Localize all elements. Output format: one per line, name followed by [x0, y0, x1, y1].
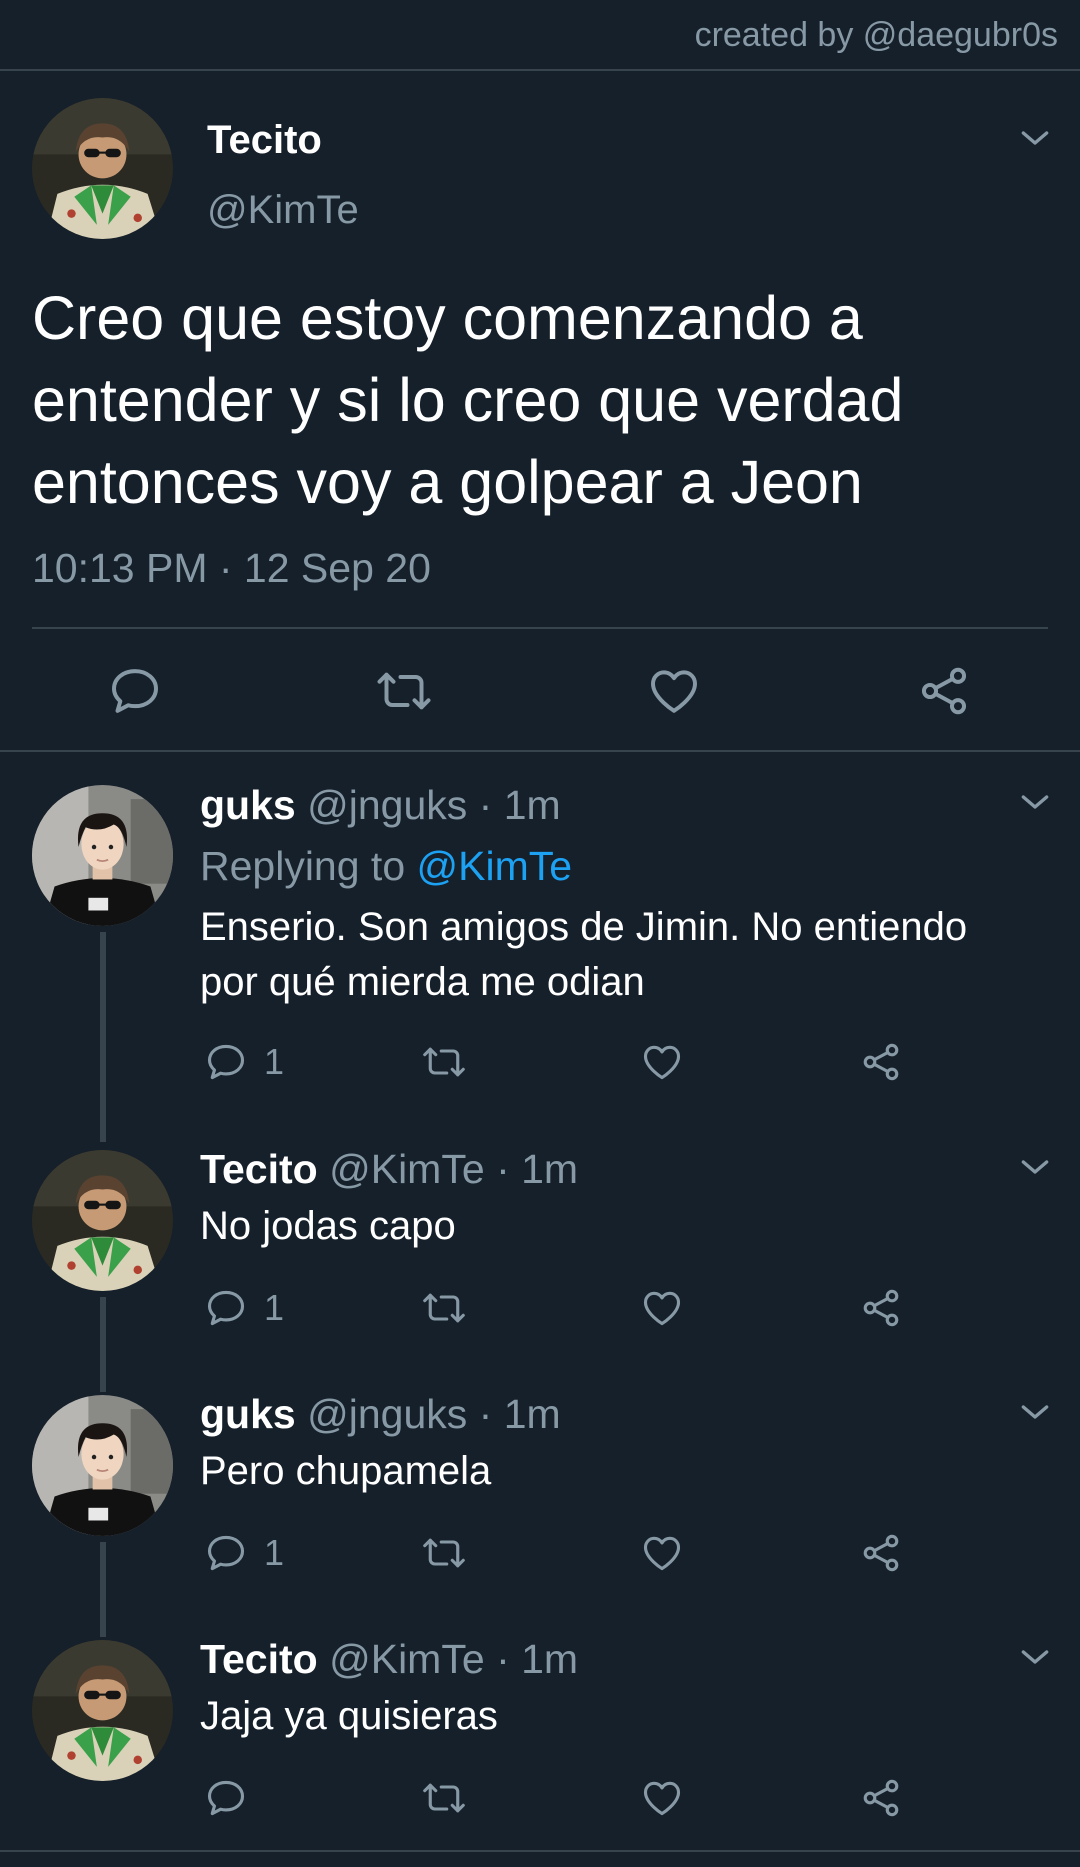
- chevron-down-icon[interactable]: [1015, 1637, 1055, 1677]
- avatar[interactable]: [32, 785, 173, 926]
- avatar[interactable]: [32, 1640, 173, 1781]
- credit-text: created by @daegubr0s: [694, 16, 1058, 54]
- author-name[interactable]: Tecito: [200, 1146, 318, 1192]
- retweet-icon: [420, 1531, 468, 1575]
- retweet-button[interactable]: [420, 1286, 468, 1330]
- thread-line: [100, 1297, 106, 1392]
- reply-time: 1m: [503, 782, 561, 828]
- chevron-down-icon[interactable]: [1015, 118, 1055, 158]
- author-handle[interactable]: @KimTe: [329, 1146, 485, 1192]
- separator-dot: ·: [496, 1636, 510, 1682]
- heart-icon: [640, 1286, 684, 1330]
- reply-button[interactable]: [204, 1776, 264, 1820]
- reply-button[interactable]: 1: [204, 1286, 284, 1330]
- chevron-down-icon[interactable]: [1015, 1392, 1055, 1432]
- like-button[interactable]: [640, 1040, 684, 1084]
- share-icon: [859, 1040, 903, 1084]
- tweet-timestamp: 10:13 PM · 12 Sep 20: [32, 545, 431, 591]
- heart-icon: [640, 1531, 684, 1575]
- chevron-down-icon[interactable]: [1015, 1147, 1055, 1187]
- reply-count: 1: [264, 1287, 285, 1328]
- like-button[interactable]: [640, 1286, 684, 1330]
- bottom-divider: [0, 1850, 1080, 1852]
- reply-header: guks @jnguks · 1m: [200, 782, 561, 829]
- retweet-icon: [420, 1040, 468, 1084]
- replying-to: Replying to @KimTe: [200, 843, 572, 890]
- separator-dot: ·: [478, 1391, 493, 1437]
- heart-icon: [640, 1040, 684, 1084]
- replying-label: Replying to: [200, 843, 406, 889]
- reply-text: No jodas capo: [200, 1204, 456, 1248]
- author-handle[interactable]: @jnguks: [307, 1391, 467, 1437]
- share-icon: [859, 1531, 903, 1575]
- share-button[interactable]: [916, 663, 972, 719]
- chevron-down-icon[interactable]: [1015, 782, 1055, 822]
- retweet-icon: [374, 663, 434, 719]
- replying-mention[interactable]: @KimTe: [417, 843, 573, 889]
- reply-time: 1m: [521, 1146, 579, 1192]
- section-divider: [0, 750, 1080, 752]
- share-button[interactable]: [859, 1531, 903, 1575]
- reply-icon: [107, 663, 163, 719]
- reply-icon: [204, 1776, 248, 1820]
- reply-text: Jaja ya quisieras: [200, 1694, 498, 1738]
- avatar[interactable]: [32, 1395, 173, 1536]
- author-name[interactable]: Tecito: [207, 118, 322, 163]
- reply-button[interactable]: [107, 663, 163, 719]
- share-icon: [916, 663, 972, 719]
- thread-line: [100, 1542, 106, 1637]
- reply-count: 1: [264, 1041, 285, 1082]
- reply-header: guks @jnguks · 1m: [200, 1391, 561, 1438]
- heart-icon: [646, 663, 702, 719]
- credit-bar: created by @daegubr0s: [0, 0, 1080, 71]
- reply-button[interactable]: 1: [204, 1531, 284, 1575]
- reply-icon: [204, 1286, 248, 1330]
- reply-header: Tecito @KimTe · 1m: [200, 1636, 578, 1683]
- author-name[interactable]: Tecito: [200, 1636, 318, 1682]
- avatar[interactable]: [32, 98, 173, 239]
- like-button[interactable]: [646, 663, 702, 719]
- author-handle[interactable]: @KimTe: [329, 1636, 485, 1682]
- thread-line: [100, 932, 106, 1142]
- reply-text: Enserio. Son amigos de Jimin. No entiend…: [200, 905, 968, 1004]
- like-button[interactable]: [640, 1776, 684, 1820]
- reply-text: Pero chupamela: [200, 1449, 492, 1493]
- separator-dot: ·: [478, 782, 493, 828]
- reply-count: 1: [264, 1532, 285, 1573]
- avatar[interactable]: [32, 1150, 173, 1291]
- reply-time: 1m: [521, 1636, 579, 1682]
- share-icon: [859, 1286, 903, 1330]
- share-button[interactable]: [859, 1776, 903, 1820]
- retweet-button[interactable]: [420, 1040, 468, 1084]
- divider: [32, 627, 1048, 629]
- retweet-button[interactable]: [420, 1776, 468, 1820]
- heart-icon: [640, 1776, 684, 1820]
- share-icon: [859, 1776, 903, 1820]
- reply-button[interactable]: 1: [204, 1040, 284, 1084]
- reply-icon: [204, 1040, 248, 1084]
- author-name[interactable]: guks: [200, 1391, 296, 1437]
- retweet-icon: [420, 1776, 468, 1820]
- retweet-icon: [420, 1286, 468, 1330]
- share-button[interactable]: [859, 1040, 903, 1084]
- retweet-button[interactable]: [420, 1531, 468, 1575]
- retweet-button[interactable]: [374, 663, 434, 719]
- author-handle[interactable]: @KimTe: [207, 188, 359, 233]
- like-button[interactable]: [640, 1531, 684, 1575]
- tweet-text: Creo que estoy comenzando a entender y s…: [32, 284, 904, 516]
- separator-dot: ·: [496, 1146, 510, 1192]
- share-button[interactable]: [859, 1286, 903, 1330]
- reply-header: Tecito @KimTe · 1m: [200, 1146, 578, 1193]
- reply-time: 1m: [503, 1391, 561, 1437]
- author-handle[interactable]: @jnguks: [307, 782, 467, 828]
- author-name[interactable]: guks: [200, 782, 296, 828]
- reply-icon: [204, 1531, 248, 1575]
